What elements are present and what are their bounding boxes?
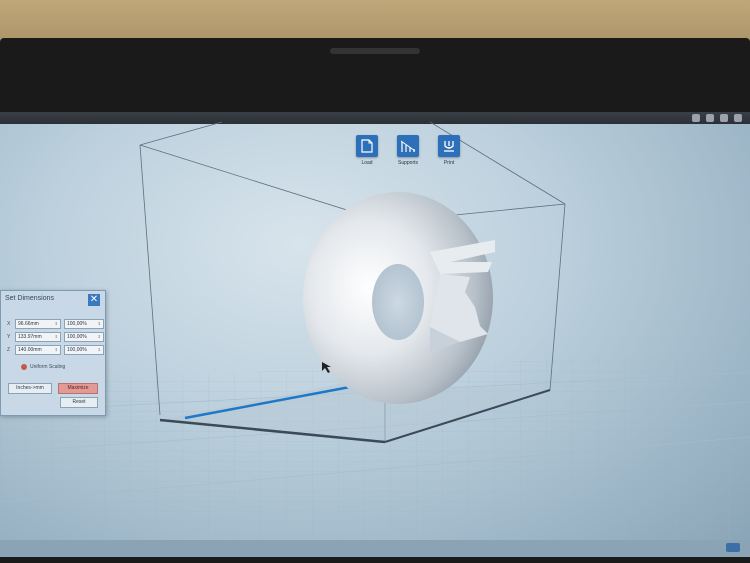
size-z-value: 140.00mm (18, 346, 42, 353)
size-y-value: 133.97mm (18, 333, 42, 340)
close-icon[interactable]: ✕ (88, 294, 100, 306)
supports-icon (400, 140, 416, 152)
print-label: Print (443, 160, 455, 166)
scale-x-input[interactable]: 100,00% ⇕ (64, 318, 104, 329)
supports-tool[interactable]: Supports (393, 135, 423, 166)
size-x-input[interactable]: 96.66mm ⇕ (15, 318, 61, 329)
scale-x-value: 100,00% (67, 320, 87, 327)
inches-to-mm-button[interactable]: Inches->mm (8, 383, 52, 394)
spinner-icon[interactable]: ⇕ (55, 346, 58, 354)
supports-button[interactable] (397, 135, 419, 157)
dimension-row-y: Y 133.97mm ⇕ 100,00% ⇕ (7, 331, 104, 342)
bottom-bar (0, 540, 750, 557)
uniform-scaling-toggle[interactable]: Uniform Scaling (21, 364, 65, 370)
load-tool[interactable]: Load (352, 135, 382, 166)
app-screen: Load Supports Print Set Dimensions ✕ X 9… (0, 112, 750, 557)
reset-button[interactable]: Reset (60, 397, 98, 408)
3d-viewport[interactable] (0, 112, 750, 557)
spinner-icon[interactable]: ⇕ (98, 346, 101, 354)
dimension-row-z: Z 140.00mm ⇕ 100,00% ⇕ (7, 344, 104, 355)
load-label: Load (361, 160, 373, 166)
spinner-icon[interactable]: ⇕ (55, 333, 58, 341)
spinner-icon[interactable]: ⇕ (55, 320, 58, 328)
print-icon (444, 141, 454, 152)
set-dimensions-panel: Set Dimensions ✕ X 96.66mm ⇕ 100,00% ⇕ Y 1… (0, 290, 106, 416)
scale-z-input[interactable]: 100,00% ⇕ (64, 344, 104, 355)
axis-label: Y (7, 333, 11, 340)
load-file-icon (361, 139, 373, 153)
lock-icon[interactable] (21, 364, 27, 370)
scale-z-value: 100,00% (67, 346, 87, 353)
size-z-input[interactable]: 140.00mm ⇕ (15, 344, 61, 355)
load-button[interactable] (356, 135, 378, 157)
spinner-icon[interactable]: ⇕ (98, 333, 101, 341)
print-tool[interactable]: Print (434, 135, 464, 166)
chat-icon[interactable] (726, 543, 740, 552)
supports-label: Supports (397, 160, 418, 166)
size-x-value: 96.66mm (18, 320, 39, 327)
dimension-row-x: X 96.66mm ⇕ 100,00% ⇕ (7, 318, 104, 329)
uniform-scaling-label: Uniform Scaling (30, 364, 66, 370)
axis-label: X (7, 320, 11, 327)
panel-title: Set Dimensions (5, 295, 55, 302)
spinner-icon[interactable]: ⇕ (98, 320, 101, 328)
scale-y-value: 100,00% (67, 333, 87, 340)
monitor-webcam (330, 48, 420, 54)
main-toolbar: Load Supports Print (352, 135, 464, 166)
axis-label: Z (7, 346, 11, 353)
scale-y-input[interactable]: 100,00% ⇕ (64, 331, 104, 342)
maximize-button[interactable]: Maximize (58, 383, 98, 394)
print-button[interactable] (438, 135, 460, 157)
size-y-input[interactable]: 133.97mm ⇕ (15, 331, 61, 342)
